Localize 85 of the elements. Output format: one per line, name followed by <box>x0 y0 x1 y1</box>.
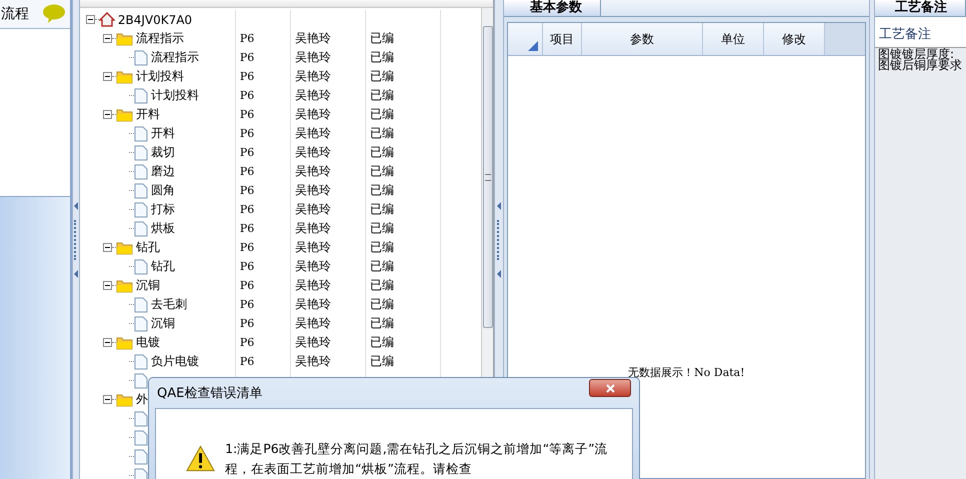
table-cell: 已编 <box>370 145 394 159</box>
table-cell: 吴艳玲 <box>294 88 331 102</box>
tree-item[interactable]: 去毛刺 <box>150 296 187 313</box>
tree-item[interactable]: 流程指示 <box>150 49 199 66</box>
table-cell: 已编 <box>370 278 394 292</box>
tree-item[interactable]: 负片电镀 <box>150 353 199 370</box>
tree-item[interactable]: 沉铜 <box>136 277 160 294</box>
table-cell: P6 <box>240 222 254 235</box>
table-cell: P6 <box>240 127 254 140</box>
tree-item[interactable]: 磨边 <box>150 163 175 180</box>
table-cell: 吴艳玲 <box>294 335 331 349</box>
table-cell: 已编 <box>370 31 394 45</box>
empty-message: 无数据展示！No Data! <box>628 364 745 380</box>
table-cell: P6 <box>240 184 254 197</box>
table-cell: 吴艳玲 <box>294 107 331 121</box>
table-cell: 已编 <box>370 316 394 330</box>
notes-text: 图镀镀层厚度: 图镀后铜厚要求 <box>876 48 963 72</box>
table-cell: P6 <box>240 108 254 121</box>
tree-item[interactable]: 烘板 <box>150 220 175 237</box>
table-cell: 已编 <box>370 202 394 216</box>
table-cell: 吴艳玲 <box>294 278 331 292</box>
table-cell: P6 <box>240 317 254 330</box>
tab[interactable]: 工艺备注 <box>874 0 966 16</box>
tree-item[interactable]: 计划投料 <box>150 87 199 104</box>
sidebar-tab[interactable]: 流程 <box>0 0 70 29</box>
table-cell: P6 <box>240 336 254 349</box>
table-cell: 已编 <box>370 69 394 83</box>
table-cell: 吴艳玲 <box>294 297 331 311</box>
tree-item[interactable]: 裁切 <box>150 144 175 161</box>
table-cell: 已编 <box>370 259 394 273</box>
table-cell: 吴艳玲 <box>294 31 331 45</box>
tree-item[interactable]: 沉铜 <box>150 315 175 332</box>
tree-item[interactable]: 2B4JV0K7A0 <box>118 12 192 26</box>
table-cell: 吴艳玲 <box>294 183 331 197</box>
column-header[interactable]: 项目 <box>542 23 582 55</box>
table-cell: 吴艳玲 <box>294 221 331 235</box>
table-cell: 吴艳玲 <box>294 126 331 140</box>
table-cell: 已编 <box>370 164 394 178</box>
table-cell: 已编 <box>370 354 394 368</box>
table-cell: 已编 <box>370 297 394 311</box>
table-cell: P6 <box>240 32 254 45</box>
table-cell: P6 <box>240 241 254 254</box>
table-cell: 已编 <box>370 240 394 254</box>
tree-item[interactable]: 圆角 <box>150 182 175 199</box>
tree-item[interactable]: 钻孔 <box>136 239 160 256</box>
error-message: 1:满足P6改善孔壁分离问题,需在钻孔之后沉铜之前增加“等离子”流 程，在表面工艺前增加“烘板”流程。请检查 <box>225 440 609 478</box>
table-cell: 吴艳玲 <box>294 69 331 83</box>
tree-item[interactable]: 开料 <box>150 125 175 142</box>
tree-item[interactable]: 计划投料 <box>136 68 184 85</box>
table-cell: P6 <box>240 355 254 368</box>
table-cell: P6 <box>240 203 254 216</box>
table-cell: P6 <box>240 298 254 311</box>
table-cell: 吴艳玲 <box>294 145 331 159</box>
table-cell: 已编 <box>370 335 394 349</box>
table-cell: 吴艳玲 <box>294 240 331 254</box>
tree-item[interactable]: 开料 <box>136 106 160 123</box>
tab[interactable]: 基本参数 <box>504 0 601 16</box>
table-cell: 吴艳玲 <box>294 50 331 64</box>
tree-item[interactable]: 外 <box>136 391 148 408</box>
table-cell: P6 <box>240 51 254 64</box>
table-cell: 已编 <box>370 50 394 64</box>
tree-item[interactable]: 钻孔 <box>150 258 175 275</box>
column-header[interactable]: 单位 <box>702 23 764 55</box>
table-cell: 吴艳玲 <box>294 259 331 273</box>
table-cell: P6 <box>240 165 254 178</box>
table-cell: 吴艳玲 <box>294 164 331 178</box>
table-cell: 吴艳玲 <box>294 354 331 368</box>
column-header[interactable]: 参数 <box>582 23 703 55</box>
table-cell: 吴艳玲 <box>294 202 331 216</box>
table-cell: 吴艳玲 <box>294 316 331 330</box>
tree-item[interactable]: 打标 <box>150 201 175 218</box>
table-cell: 已编 <box>370 221 394 235</box>
table-cell: P6 <box>240 260 254 273</box>
table-cell: 已编 <box>370 183 394 197</box>
dialog-title: QAE检查错误清单 <box>157 385 262 402</box>
table-cell: 已编 <box>370 107 394 121</box>
notes-label: 工艺备注 <box>878 26 931 43</box>
table-cell: P6 <box>240 279 254 292</box>
table-cell: 已编 <box>370 88 394 102</box>
table-cell: 已编 <box>370 126 394 140</box>
table-cell: P6 <box>240 70 254 83</box>
table-cell: P6 <box>240 146 254 159</box>
tree-item[interactable]: 流程指示 <box>136 30 184 47</box>
table-cell: P6 <box>240 89 254 102</box>
tree-item[interactable]: 电镀 <box>136 334 160 351</box>
